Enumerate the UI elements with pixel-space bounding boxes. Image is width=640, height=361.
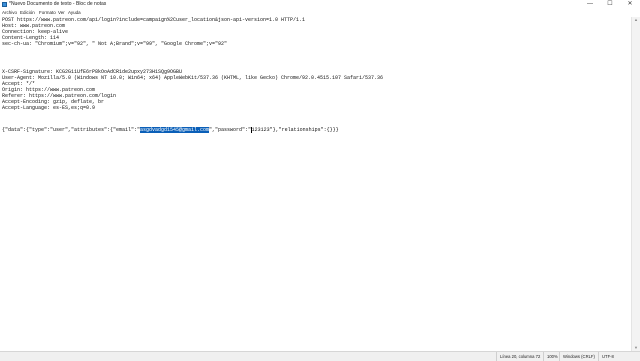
text-line: Accept-Language: es-ES,es;q=0.9 [2,105,96,111]
selected-email-text: asgdvadgd1545@gmail.com [140,127,210,133]
menu-archivo[interactable]: Archivo [2,9,17,17]
vertical-scrollbar[interactable]: ▲ ▼ [631,17,640,351]
window-controls: — ☐ ✕ [580,0,640,9]
text-editor[interactable]: POST https://www.patreon.com/api/login?i… [0,17,632,351]
window-title: *Nuevo Documento de texto - Bloc de nota… [9,1,107,7]
json-text-before: {"data":{"type":"user","attributes":{"em… [2,127,141,133]
title-bar: *Nuevo Documento de texto - Bloc de nota… [0,0,640,9]
menu-bar: Archivo Edición Formato Ver Ayuda [0,9,640,17]
close-button[interactable]: ✕ [620,0,640,9]
text-line: sec-ch-ua: "Chromium";v="92", " Not A;Br… [2,41,228,47]
notepad-icon [2,2,7,7]
menu-ver[interactable]: Ver [58,9,65,17]
menu-formato[interactable]: Formato [39,9,56,17]
scroll-up-icon[interactable]: ▲ [632,17,640,23]
maximize-button[interactable]: ☐ [600,0,620,9]
menu-ayuda[interactable]: Ayuda [68,9,81,17]
menu-edicion[interactable]: Edición [20,9,35,17]
json-payload-line: {"data":{"type":"user","attributes":{"em… [2,127,339,133]
json-text-middle: ","password":" [209,127,252,133]
text-line: User-Agent: Mozilla/5.0 (Windows NT 10.0… [2,75,384,81]
minimize-button[interactable]: — [580,0,600,9]
json-text-after: 123123"},"relationships":{}}} [251,127,339,133]
